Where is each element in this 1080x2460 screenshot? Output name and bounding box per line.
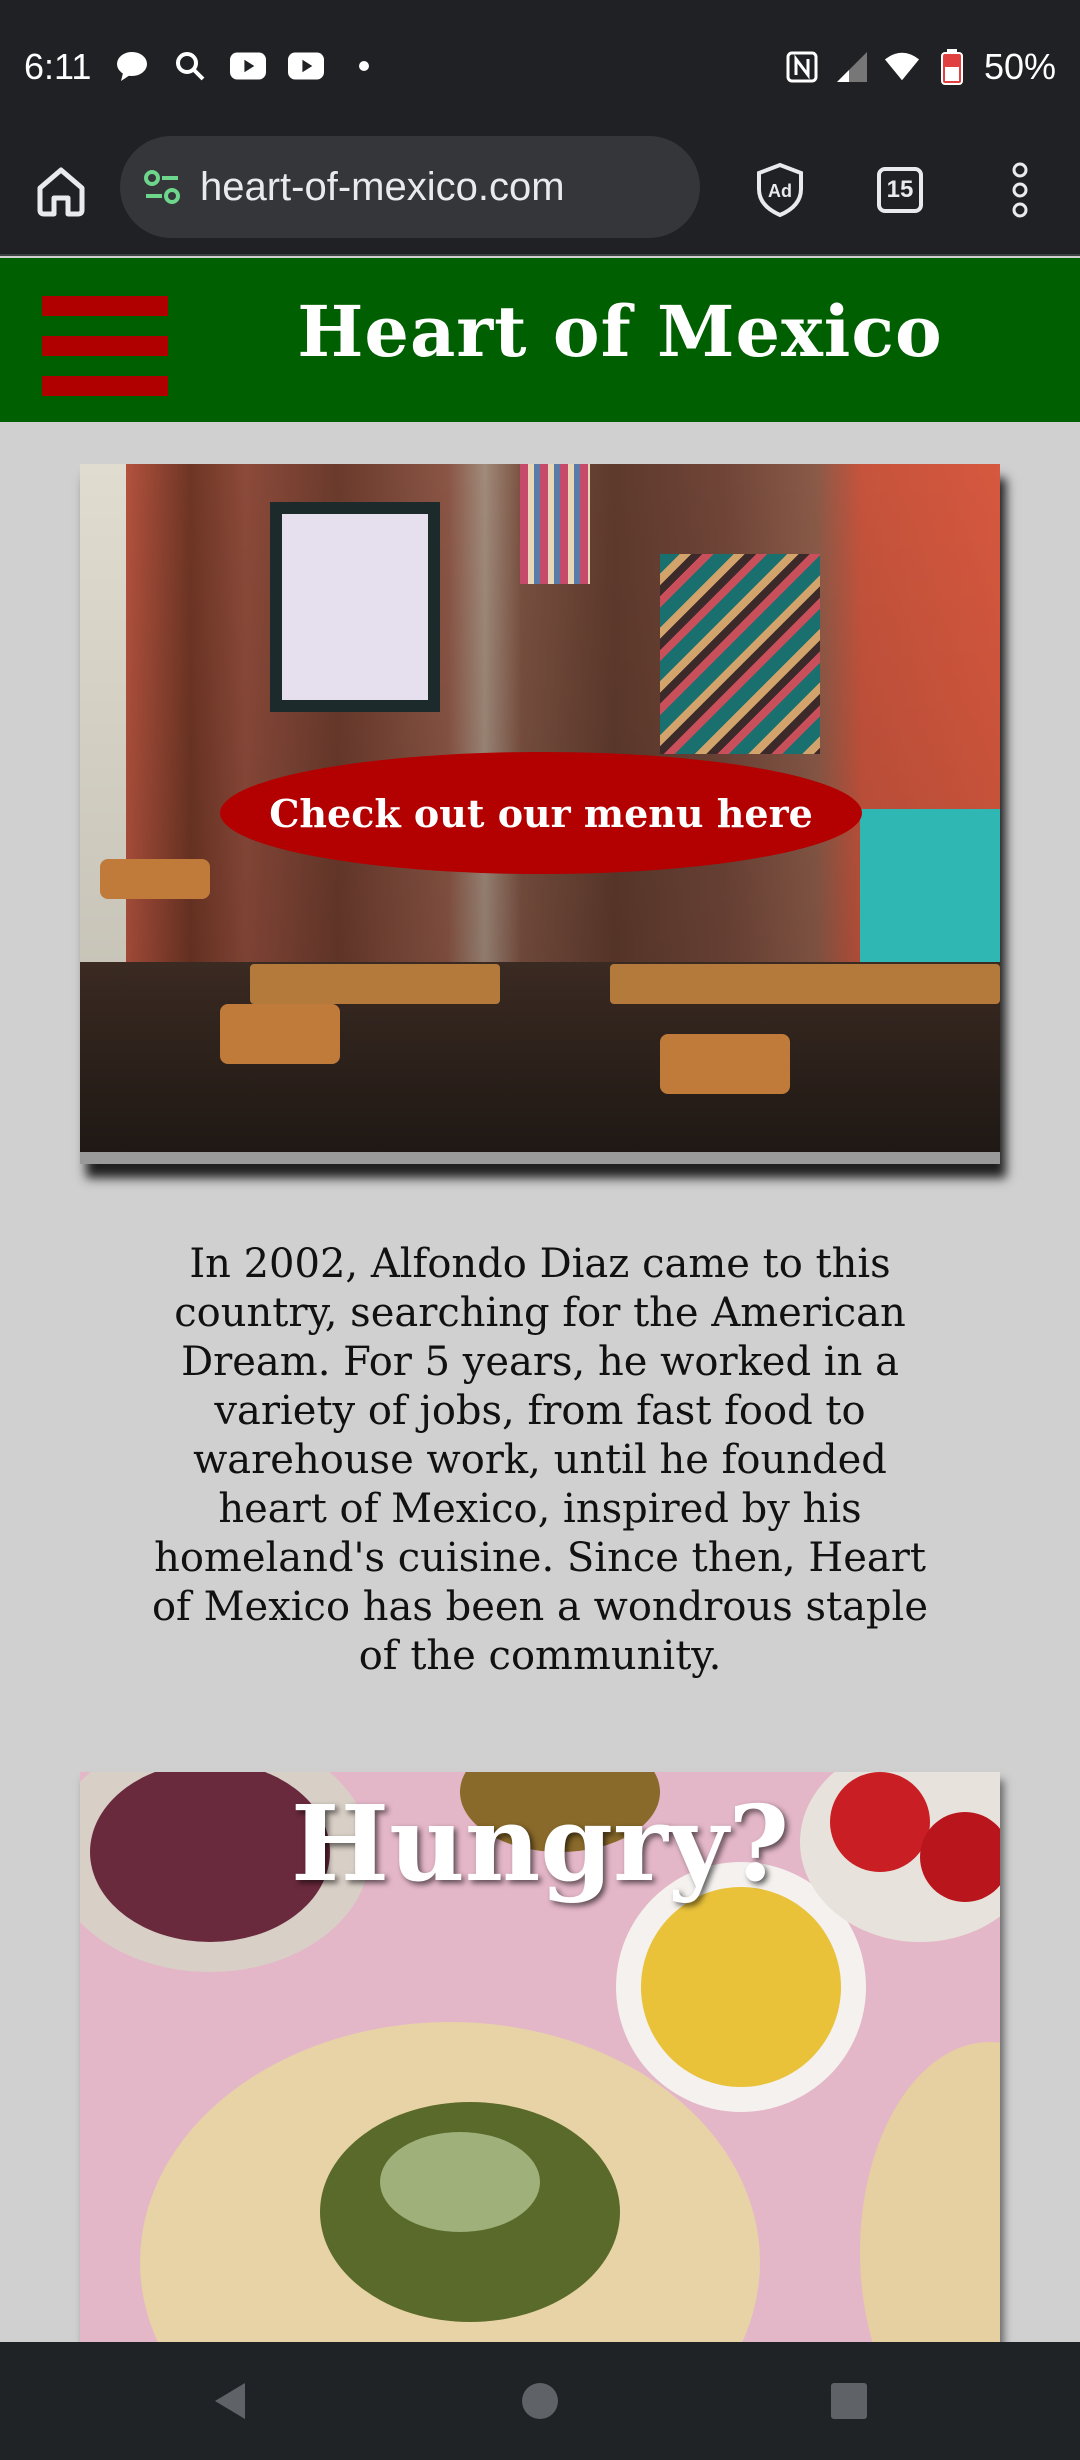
home-button[interactable] (519, 2380, 561, 2422)
stool (100, 859, 210, 899)
adblock-button[interactable]: Ad (748, 158, 812, 222)
browser-home-button[interactable] (30, 160, 92, 222)
svg-text:Ad: Ad (768, 181, 792, 201)
hungry-food-image: Hungry? (80, 1772, 1000, 2342)
system-icons: 50% (784, 46, 1056, 88)
home-icon (37, 167, 85, 217)
status-time: 6:11 (24, 46, 92, 87)
tabs-button[interactable]: 15 (868, 158, 932, 222)
site-settings-icon[interactable] (142, 167, 182, 207)
chat-bubble-icon (114, 48, 150, 84)
back-icon (215, 2383, 245, 2419)
chair (660, 1034, 790, 1094)
chair (220, 1004, 340, 1064)
url-text[interactable]: heart-of-mexico.com (200, 165, 565, 210)
table (610, 964, 1000, 1004)
system-nav-bar (0, 2342, 1080, 2460)
signal-icon (834, 49, 870, 85)
nfc-icon (784, 49, 820, 85)
about-story-text: In 2002, Alfondo Diaz came to this count… (151, 1241, 929, 1679)
back-button[interactable] (208, 2380, 250, 2422)
youtube-icon (230, 48, 266, 84)
notification-icons (114, 48, 382, 84)
tabs-icon: 15 (877, 167, 923, 213)
address-bar[interactable]: heart-of-mexico.com (120, 136, 700, 238)
teal-wall (860, 809, 1000, 969)
restaurant-interior-image: Check out our menu here (80, 464, 1000, 1164)
battery-percent: 50% (983, 46, 1056, 87)
more-menu-button[interactable] (988, 158, 1052, 222)
hamburger-menu-icon[interactable] (42, 296, 168, 400)
site-title: Heart of Mexico (297, 290, 943, 373)
home-circle-icon (522, 2383, 558, 2419)
recents-icon (831, 2383, 867, 2419)
search-icon (172, 48, 208, 84)
wall-rug (660, 554, 820, 754)
wifi-icon (884, 49, 920, 85)
menu-link-button[interactable]: Check out our menu here (220, 752, 862, 874)
hungry-heading: Hungry? (290, 1782, 790, 1905)
status-bar: 6:11 50% (0, 0, 1080, 132)
side-tortilla (860, 2042, 1000, 2342)
site-header: Heart of Mexico (0, 258, 1080, 422)
browser-toolbar: heart-of-mexico.com Ad 15 (0, 132, 1080, 256)
recents-button[interactable] (828, 2380, 870, 2422)
wall-picture-frame (270, 502, 440, 712)
wall-textile (520, 464, 590, 584)
dot-icon (346, 48, 382, 84)
more-vert-icon (1012, 162, 1028, 218)
battery-icon (934, 49, 970, 85)
youtube-icon (288, 48, 324, 84)
adblock-icon: Ad (757, 162, 803, 218)
table (250, 964, 500, 1004)
